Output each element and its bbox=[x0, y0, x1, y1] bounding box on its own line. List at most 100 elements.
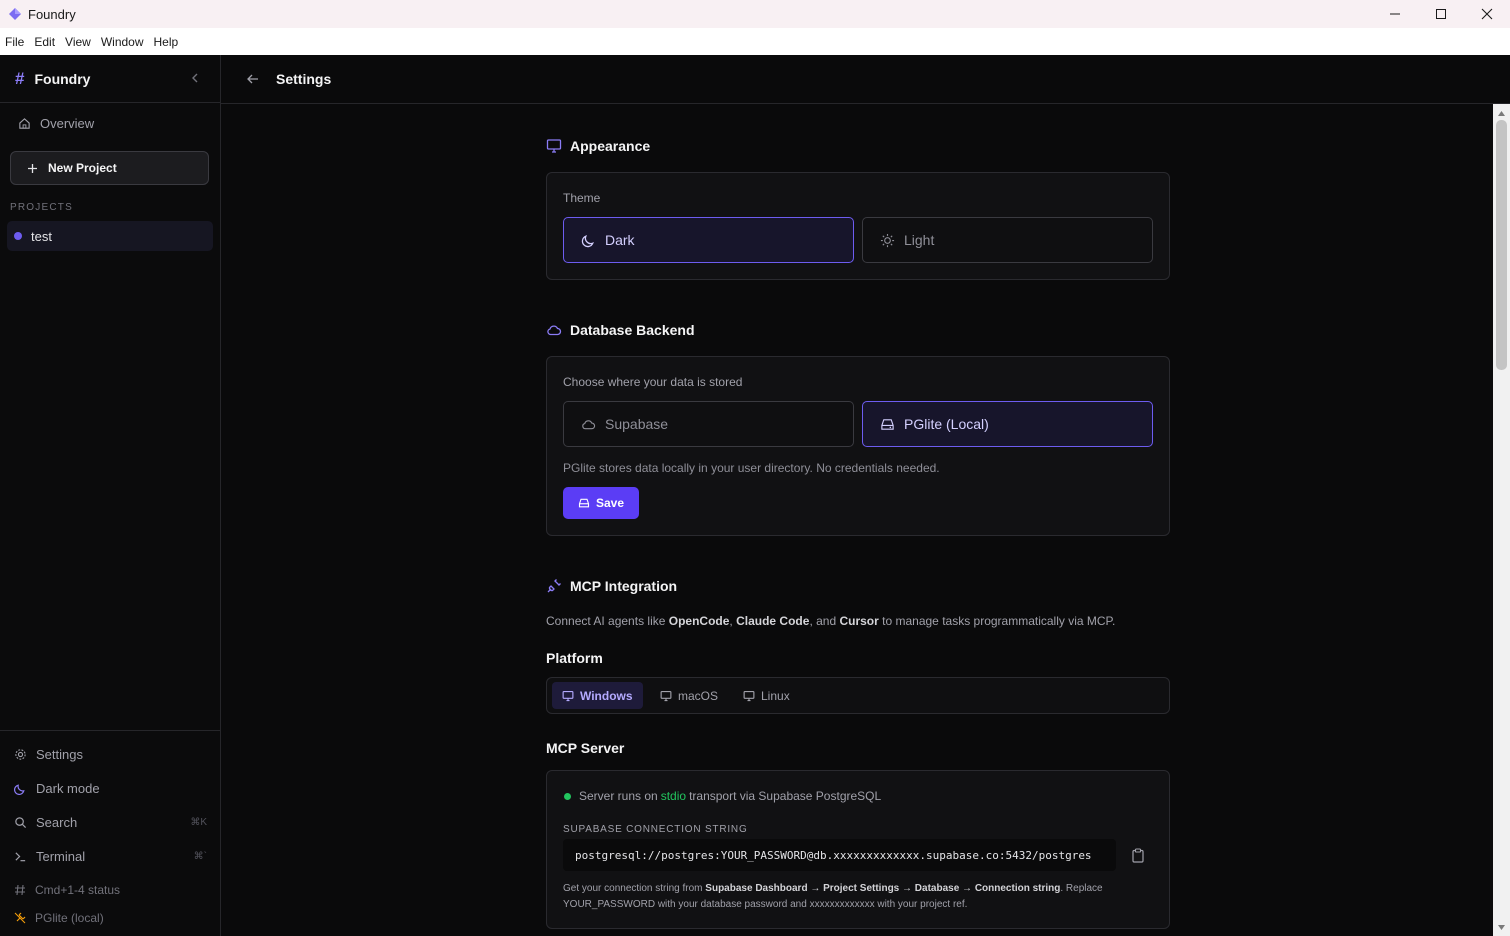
section-title-label: MCP Integration bbox=[570, 578, 678, 594]
mcp-desc-text: Connect AI agents like bbox=[546, 614, 669, 628]
theme-dark-label: Dark bbox=[605, 232, 635, 248]
server-status: Server runs on stdio transport via Supab… bbox=[564, 789, 881, 803]
menu-file[interactable]: File bbox=[0, 35, 29, 49]
search-shortcut: ⌘K bbox=[190, 817, 207, 828]
help-text-part: YOUR_PASSWORD with your database passwor… bbox=[563, 899, 968, 910]
appearance-heading: Appearance bbox=[546, 138, 650, 154]
connection-string-label: SUPABASE CONNECTION STRING bbox=[563, 824, 748, 835]
hash-logo-icon: # bbox=[15, 68, 25, 88]
pglite-label: PGlite (Local) bbox=[904, 416, 989, 432]
database-pglite-option[interactable]: PGlite (Local) bbox=[862, 401, 1153, 447]
sun-icon bbox=[880, 233, 895, 247]
sidebar-brand: Foundry bbox=[34, 70, 91, 87]
page-title: Settings bbox=[276, 71, 332, 87]
window-controls bbox=[1372, 0, 1510, 28]
moon-icon bbox=[14, 784, 25, 795]
back-arrow-icon[interactable] bbox=[246, 72, 260, 86]
theme-dark-option[interactable]: Dark bbox=[563, 217, 854, 263]
close-window-button[interactable] bbox=[1464, 0, 1510, 28]
menu-bar: File Edit View Window Help bbox=[0, 28, 1510, 55]
status-transport: stdio bbox=[660, 789, 687, 803]
search-icon bbox=[15, 817, 27, 829]
section-title-label: Appearance bbox=[570, 138, 651, 154]
clipboard-icon[interactable] bbox=[1131, 848, 1145, 863]
sidebar-bottom-divider bbox=[0, 730, 221, 731]
sidebar-item-label: Search bbox=[36, 815, 78, 830]
tab-linux[interactable]: Linux bbox=[733, 682, 800, 709]
mcp-server-card: Server runs on stdio transport via Supab… bbox=[546, 770, 1170, 929]
agent-claude-code: Claude Code bbox=[736, 614, 810, 628]
window-titlebar: Foundry bbox=[0, 0, 1510, 28]
monitor-icon bbox=[562, 690, 574, 701]
status-shortcut-hint: Cmd+1-4 status bbox=[14, 883, 207, 897]
cloud-icon bbox=[582, 419, 596, 429]
scrollbar-thumb[interactable] bbox=[1496, 120, 1507, 370]
minimize-button[interactable] bbox=[1372, 0, 1418, 28]
monitor-icon bbox=[546, 139, 562, 153]
menu-window[interactable]: Window bbox=[96, 35, 149, 49]
sidebar-item-settings[interactable]: Settings bbox=[14, 747, 207, 762]
collapse-sidebar-icon[interactable] bbox=[188, 71, 202, 85]
project-color-dot bbox=[14, 232, 22, 240]
status-hint-label: Cmd+1-4 status bbox=[35, 883, 121, 897]
window-title: Foundry bbox=[28, 6, 76, 22]
sidebar-item-project[interactable]: test bbox=[7, 221, 213, 251]
gear-icon bbox=[15, 749, 26, 760]
page-header: Settings bbox=[221, 55, 1510, 104]
menu-view[interactable]: View bbox=[60, 35, 96, 49]
scroll-down-button[interactable] bbox=[1496, 922, 1507, 932]
connection-string-field[interactable]: postgresql://postgres:YOUR_PASSWORD@db.x… bbox=[563, 839, 1116, 871]
database-heading: Database Backend bbox=[546, 322, 695, 338]
mcp-heading: MCP Integration bbox=[546, 578, 677, 594]
section-title-label: Database Backend bbox=[570, 322, 695, 338]
pglite-note: PGlite stores data locally in your user … bbox=[563, 461, 940, 475]
plug-off-icon bbox=[14, 912, 26, 924]
database-supabase-option[interactable]: Supabase bbox=[563, 401, 854, 447]
sidebar-item-search[interactable]: Search ⌘K bbox=[14, 815, 207, 830]
help-text-part: Get your connection string from bbox=[563, 883, 706, 894]
backend-indicator: PGlite (local) bbox=[14, 911, 207, 925]
sidebar-item-label: Settings bbox=[36, 747, 83, 762]
agent-opencode: OpenCode bbox=[668, 614, 730, 628]
scroll-up-button[interactable] bbox=[1496, 108, 1507, 118]
sidebar-item-terminal[interactable]: Terminal ⌘` bbox=[14, 849, 207, 864]
backend-label: PGlite (local) bbox=[35, 911, 104, 925]
hash-icon bbox=[15, 884, 25, 896]
database-choose-label: Choose where your data is stored bbox=[563, 375, 743, 389]
menu-help[interactable]: Help bbox=[149, 35, 184, 49]
project-name: test bbox=[31, 228, 52, 244]
sidebar: # Foundry Overview New Project PROJECTS … bbox=[0, 55, 221, 936]
help-text-path: Supabase Dashboard → Project Settings → … bbox=[705, 883, 1061, 894]
minimize-icon bbox=[1390, 13, 1400, 15]
terminal-icon bbox=[15, 852, 26, 862]
new-project-button[interactable]: New Project bbox=[10, 151, 209, 185]
status-prefix: Server runs on bbox=[579, 789, 658, 803]
menu-edit[interactable]: Edit bbox=[29, 35, 60, 49]
platform-heading: Platform bbox=[546, 650, 603, 666]
sidebar-header: # Foundry bbox=[0, 55, 220, 103]
new-project-label: New Project bbox=[48, 161, 117, 175]
platform-tabs: Windows macOS Linux bbox=[546, 677, 1170, 714]
dark-mode-toggle[interactable]: Dark mode bbox=[14, 781, 207, 796]
tab-macos[interactable]: macOS bbox=[650, 682, 728, 709]
tab-label: Linux bbox=[761, 688, 790, 703]
mcp-server-heading: MCP Server bbox=[546, 740, 625, 756]
theme-light-option[interactable]: Light bbox=[862, 217, 1153, 263]
supabase-label: Supabase bbox=[605, 416, 669, 432]
sidebar-item-label: Dark mode bbox=[36, 781, 100, 796]
mcp-desc-text: to manage tasks programmatically via MCP… bbox=[878, 614, 1116, 628]
tab-windows[interactable]: Windows bbox=[552, 682, 643, 709]
scroll-up-icon bbox=[1498, 110, 1505, 116]
appearance-card: Theme Dark Light bbox=[546, 172, 1170, 280]
close-icon bbox=[1481, 8, 1493, 20]
maximize-icon bbox=[1436, 9, 1446, 19]
save-button[interactable]: Save bbox=[563, 487, 639, 519]
sidebar-item-overview[interactable]: Overview bbox=[18, 116, 94, 131]
agent-cursor: Cursor bbox=[839, 614, 879, 628]
hard-drive-icon bbox=[578, 498, 590, 508]
maximize-button[interactable] bbox=[1418, 0, 1464, 28]
theme-label: Theme bbox=[563, 191, 601, 205]
mcp-desc-separator: , and bbox=[809, 614, 840, 628]
monitor-icon bbox=[743, 690, 755, 701]
sidebar-item-label: Overview bbox=[40, 116, 95, 131]
